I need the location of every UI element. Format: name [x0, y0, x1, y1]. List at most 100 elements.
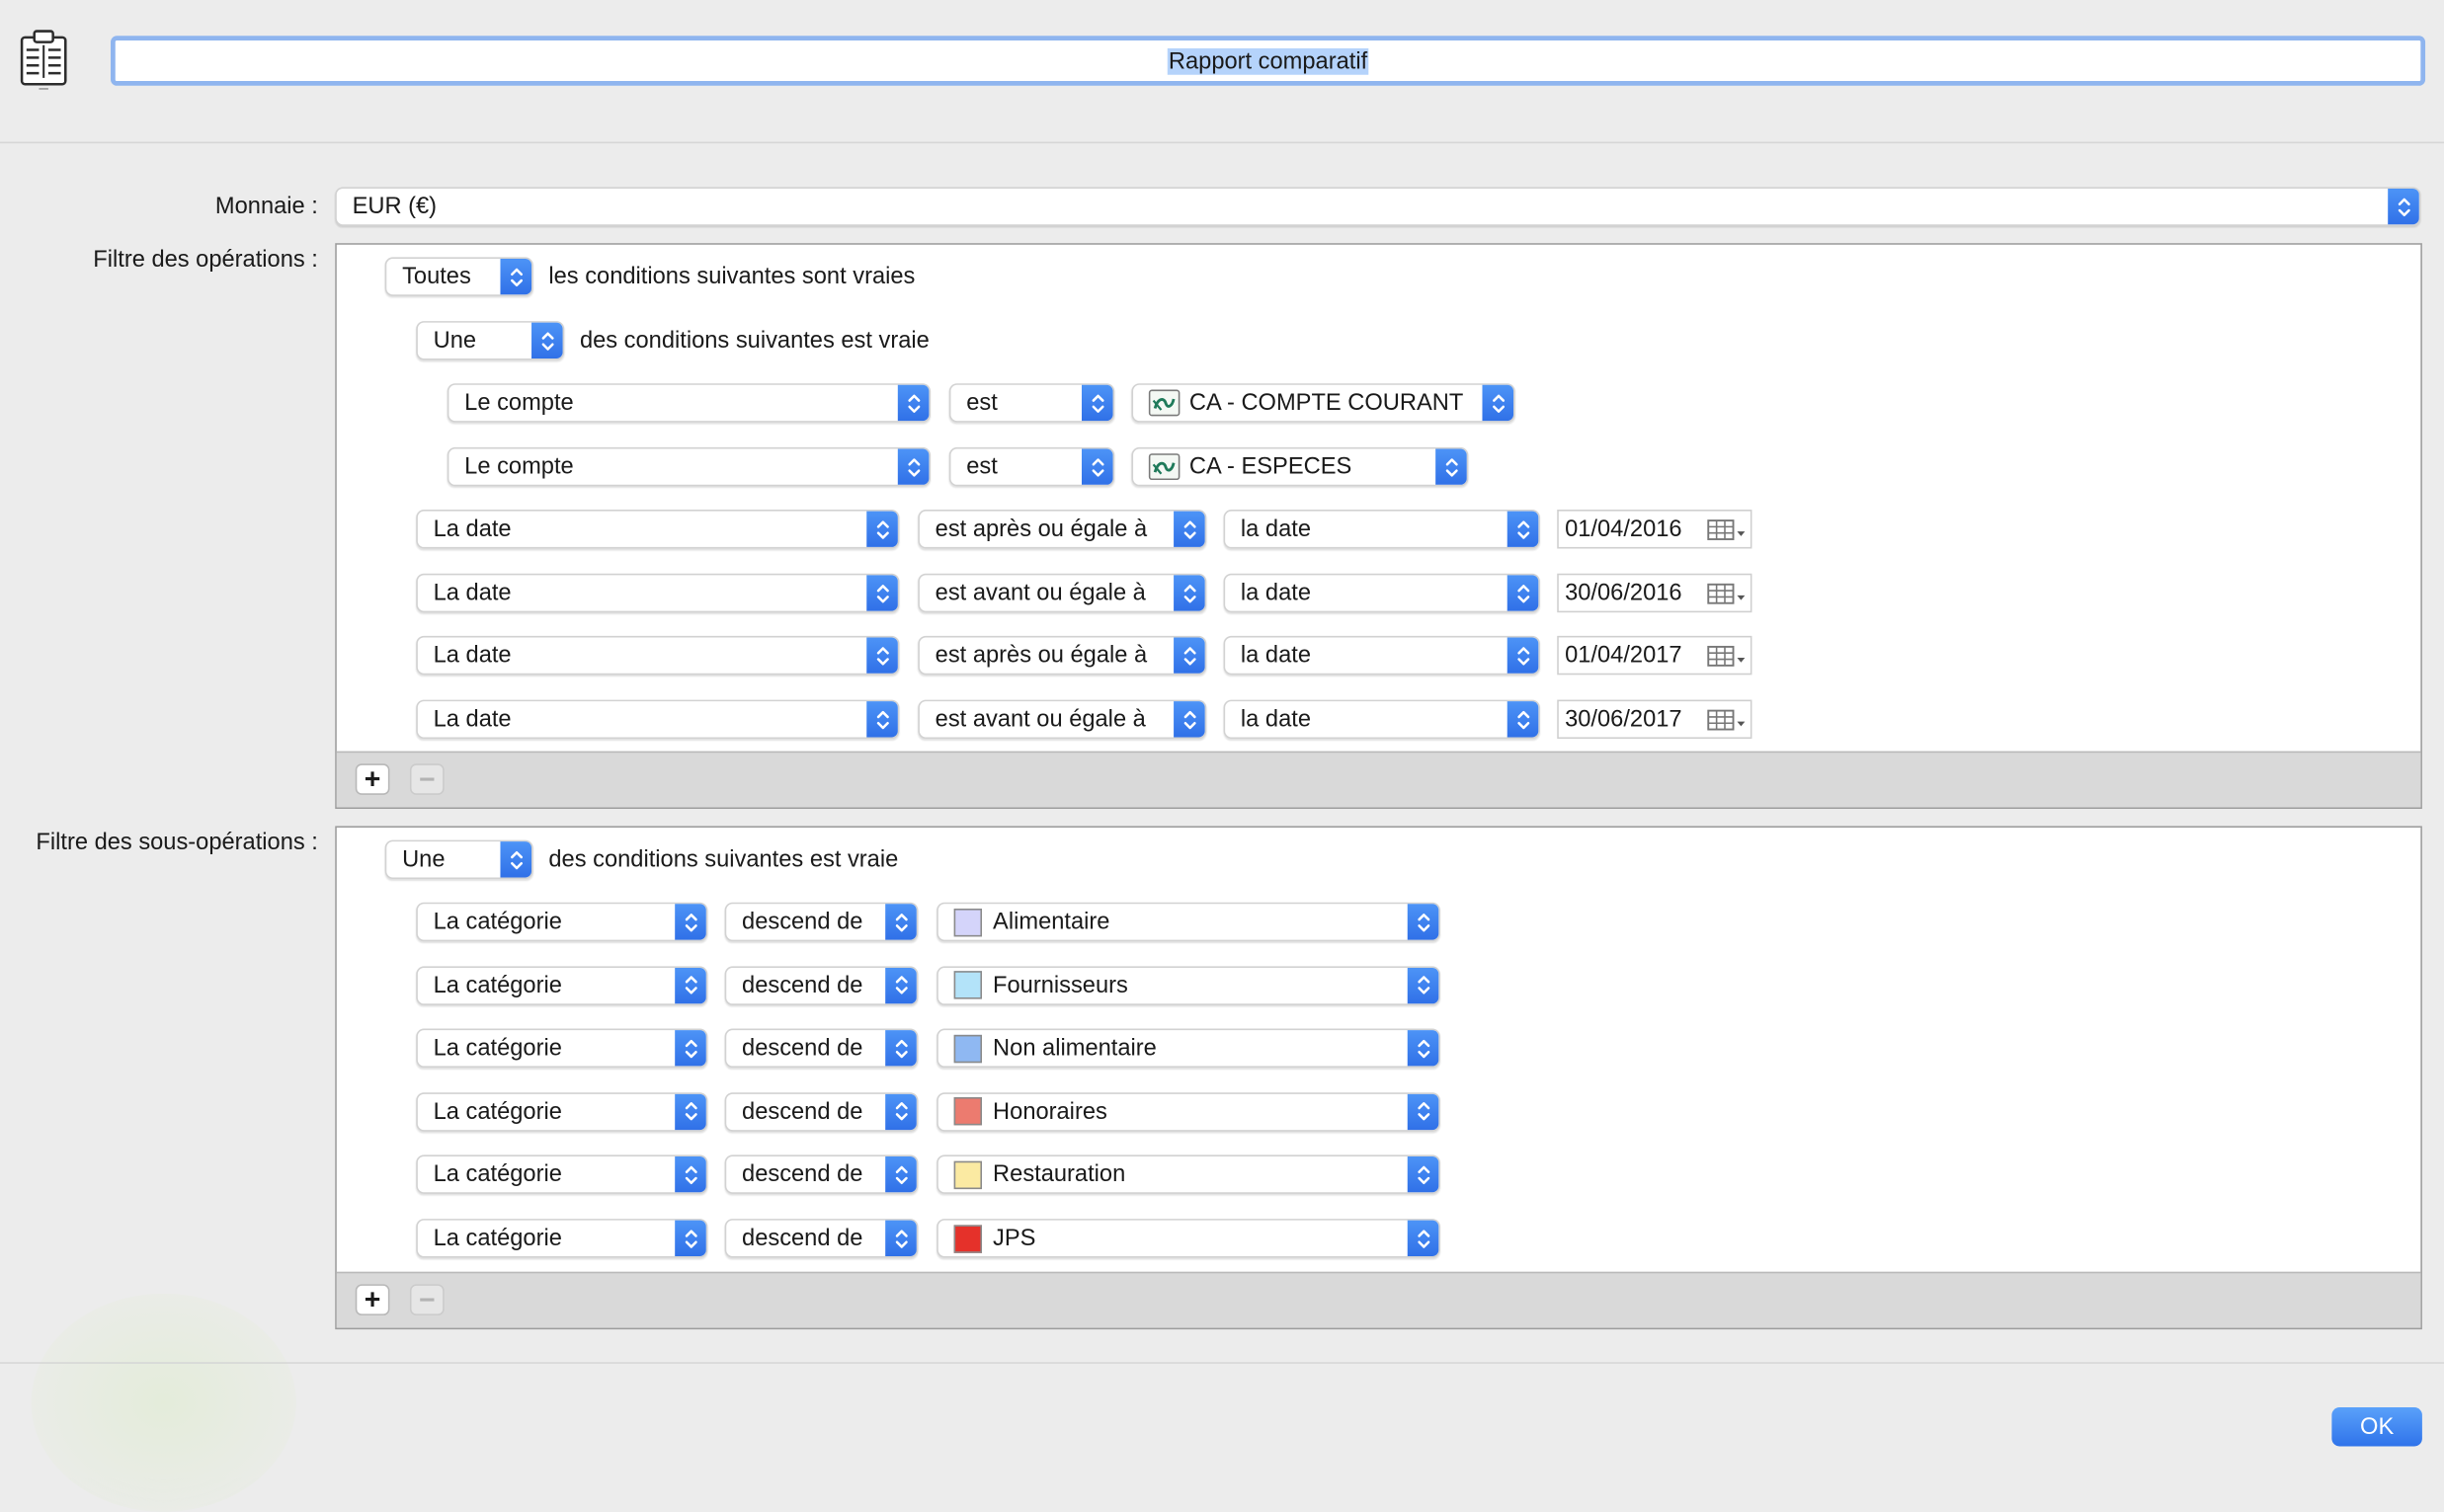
updown-arrows-icon: [531, 322, 563, 358]
category-field-popup[interactable]: La catégorie: [416, 965, 708, 1005]
category-color-swatch: [953, 1224, 983, 1253]
category-operator-popup[interactable]: descend de: [724, 1219, 919, 1258]
category-color-swatch: [953, 1097, 983, 1126]
currency-popup[interactable]: EUR (€): [335, 187, 2421, 226]
report-title-field[interactable]: Rapport comparatif: [111, 36, 2426, 86]
date-value: 30/06/2016: [1565, 580, 1682, 606]
remove-subcondition-button[interactable]: −: [409, 1284, 445, 1315]
category-operator-popup[interactable]: descend de: [724, 965, 919, 1005]
bank-logo-icon: [1148, 389, 1181, 417]
sub-quantifier-popup[interactable]: Une: [384, 839, 533, 880]
date-field-popup[interactable]: La date: [416, 635, 900, 676]
category-field-popup[interactable]: La catégorie: [416, 902, 708, 942]
calendar-icon[interactable]: [1707, 643, 1748, 668]
date-operator-popup-value: est avant ou égale à: [935, 705, 1146, 733]
date-operator-popup[interactable]: est après ou égale à: [918, 510, 1207, 549]
date-field[interactable]: 30/06/2017: [1557, 699, 1752, 740]
category-field-popup[interactable]: La catégorie: [416, 1219, 708, 1258]
operations-filter-label: Filtre des opérations :: [93, 246, 318, 274]
updown-arrows-icon: [866, 637, 898, 674]
account-operator-popup[interactable]: est: [948, 446, 1115, 487]
date-operator-popup-value: est après ou égale à: [935, 642, 1148, 670]
category-value-popup[interactable]: JPS: [937, 1219, 1440, 1258]
category-field-popup-value: La catégorie: [433, 909, 562, 935]
date-value: 01/04/2016: [1565, 516, 1682, 543]
category-color-swatch: [953, 971, 983, 999]
updown-arrows-icon: [1507, 511, 1539, 547]
currency-value: EUR (€): [352, 193, 438, 220]
category-value-popup[interactable]: Non alimentaire: [937, 1028, 1440, 1069]
updown-arrows-icon: [897, 448, 930, 485]
category-value-popup-value: JPS: [993, 1225, 1036, 1252]
category-field-popup-value: La catégorie: [433, 972, 562, 998]
date-operator-popup-value: est avant ou égale à: [935, 580, 1146, 606]
add-subcondition-button[interactable]: +: [355, 1284, 390, 1315]
date-kind-popup[interactable]: la date: [1223, 573, 1540, 613]
updown-arrows-icon: [675, 1093, 706, 1130]
category-field-popup[interactable]: La catégorie: [416, 1154, 708, 1195]
date-kind-popup-value: la date: [1240, 705, 1312, 733]
account-value-popup-value: CA - COMPTE COURANT: [1188, 389, 1464, 417]
date-kind-popup[interactable]: la date: [1223, 699, 1540, 740]
account-field-popup-value: Le compte: [464, 453, 574, 481]
date-field-popup[interactable]: La date: [416, 699, 900, 740]
category-operator-popup[interactable]: descend de: [724, 1091, 919, 1132]
date-operator-popup[interactable]: est avant ou égale à: [918, 699, 1207, 740]
group-quantifier-popup[interactable]: Une: [416, 321, 565, 360]
remove-condition-button[interactable]: −: [409, 763, 445, 795]
account-value-popup[interactable]: CA - COMPTE COURANT: [1131, 383, 1515, 423]
account-value-popup[interactable]: CA - ESPECES: [1131, 446, 1469, 487]
updown-arrows-icon: [675, 1030, 706, 1067]
updown-arrows-icon: [1081, 384, 1113, 422]
category-field-popup-value: La catégorie: [433, 1035, 562, 1062]
conditions-any-text: des conditions suivantes est vraie: [579, 327, 930, 355]
category-value-popup[interactable]: Alimentaire: [937, 902, 1440, 942]
category-field-popup[interactable]: La catégorie: [416, 1028, 708, 1069]
category-field-popup-value: La catégorie: [433, 1225, 562, 1252]
category-value-popup[interactable]: Honoraires: [937, 1091, 1440, 1132]
updown-arrows-icon: [1081, 448, 1113, 485]
category-field-popup[interactable]: La catégorie: [416, 1091, 708, 1132]
account-field-popup[interactable]: Le compte: [447, 383, 931, 423]
calendar-icon[interactable]: [1707, 517, 1748, 541]
updown-arrows-icon: [866, 701, 898, 738]
ok-button[interactable]: OK: [2331, 1407, 2422, 1447]
category-value-popup-value: Alimentaire: [993, 909, 1110, 935]
add-condition-button[interactable]: +: [355, 763, 390, 795]
date-field-popup[interactable]: La date: [416, 510, 900, 549]
background-glow: [31, 1293, 296, 1512]
date-field-popup-value: La date: [433, 642, 512, 670]
calendar-icon[interactable]: [1707, 707, 1748, 732]
category-operator-popup[interactable]: descend de: [724, 1154, 919, 1195]
updown-arrows-icon: [1507, 701, 1539, 738]
account-field-popup[interactable]: Le compte: [447, 446, 931, 487]
date-kind-popup[interactable]: la date: [1223, 635, 1540, 676]
date-field-popup[interactable]: La date: [416, 573, 900, 613]
footer-divider: [0, 1362, 2444, 1364]
date-operator-popup-value: est après ou égale à: [935, 516, 1148, 543]
date-field[interactable]: 01/04/2017: [1557, 635, 1752, 676]
date-operator-popup[interactable]: est avant ou égale à: [918, 573, 1207, 613]
conditions-all-text: les conditions suivantes sont vraies: [548, 263, 916, 290]
account-field-popup-value: Le compte: [464, 389, 574, 417]
date-operator-popup[interactable]: est après ou égale à: [918, 635, 1207, 676]
all-any-popup[interactable]: Toutes: [384, 257, 533, 296]
date-kind-popup-value: la date: [1240, 580, 1312, 606]
category-value-popup-value: Restauration: [993, 1161, 1126, 1189]
date-field[interactable]: 01/04/2016: [1557, 510, 1752, 549]
date-field[interactable]: 30/06/2016: [1557, 573, 1752, 613]
category-operator-popup[interactable]: descend de: [724, 902, 919, 942]
category-value-popup-value: Honoraires: [993, 1098, 1107, 1126]
category-operator-popup[interactable]: descend de: [724, 1028, 919, 1069]
updown-arrows-icon: [866, 575, 898, 611]
updown-arrows-icon: [885, 1093, 917, 1130]
category-value-popup[interactable]: Fournisseurs: [937, 965, 1440, 1005]
category-value-popup[interactable]: Restauration: [937, 1154, 1440, 1195]
date-kind-popup[interactable]: la date: [1223, 510, 1540, 549]
bank-logo-icon: [1148, 453, 1181, 481]
calendar-icon[interactable]: [1707, 581, 1748, 605]
date-value: 01/04/2017: [1565, 642, 1682, 670]
report-title-text: Rapport comparatif: [1167, 47, 1369, 74]
account-operator-popup[interactable]: est: [948, 383, 1115, 423]
suboperations-filter-label: Filtre des sous-opérations :: [36, 829, 318, 856]
